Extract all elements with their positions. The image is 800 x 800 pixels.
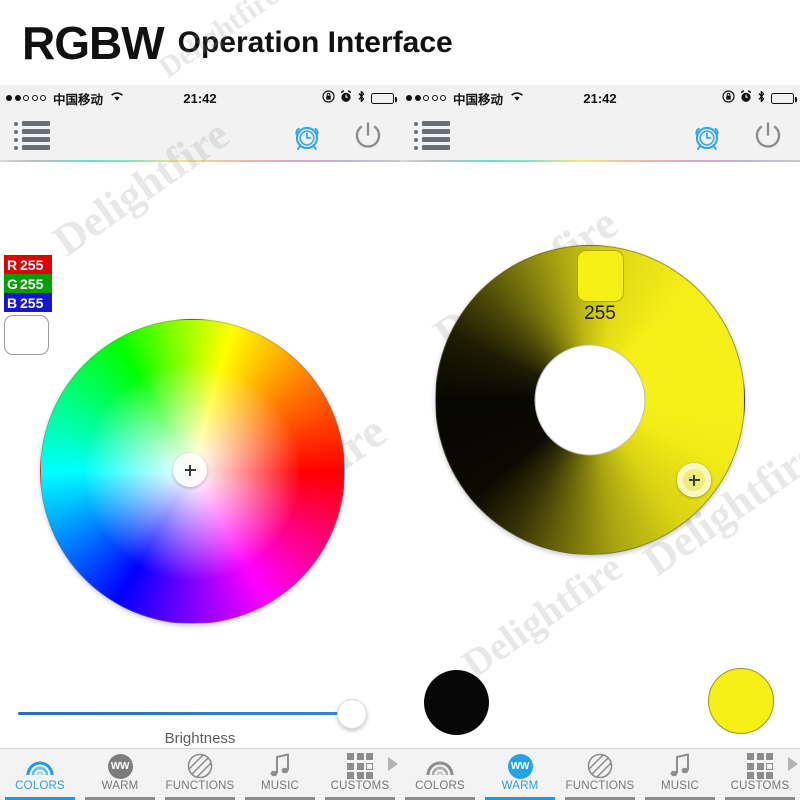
tab-label: MUSIC — [260, 780, 300, 792]
bluetooth-icon — [357, 90, 366, 106]
page-title-banner: RGBW Operation Interface — [0, 0, 800, 85]
preview-circle-on[interactable] — [708, 668, 774, 734]
ww-circle-icon: WW — [507, 753, 533, 779]
brightness-ring-hole — [534, 344, 646, 456]
colors-panel: 中国移动 21:42 Delightfire R 255 G 255 B 255… — [0, 85, 400, 800]
white-preview-swatch — [576, 250, 624, 302]
tab-customs[interactable]: CUSTOMS — [720, 749, 800, 800]
alarm-icon — [740, 90, 752, 106]
alarm-icon — [340, 90, 352, 106]
brightness-slider-track[interactable] — [18, 712, 345, 715]
preview-circle-off[interactable] — [424, 670, 489, 735]
power-icon[interactable] — [750, 118, 786, 154]
rgb-row-b: B 255 — [4, 293, 52, 312]
tab-colors[interactable]: COLORS — [0, 749, 80, 800]
app-toolbar — [400, 111, 800, 160]
bottom-tab-bar: COLORS WW WARM FUNCTIONS MUSIC CUSTOMS — [400, 748, 800, 800]
tab-label: CUSTOMS — [730, 780, 790, 792]
page-title-sub: Operation Interface — [177, 25, 453, 59]
rgb-channel-label: G — [7, 275, 18, 292]
brightness-slider-label: Brightness — [164, 730, 236, 747]
rgb-row-g: G 255 — [4, 274, 52, 293]
status-bar: 中国移动 21:42 — [0, 85, 400, 111]
rainbow-icon — [25, 753, 55, 779]
tab-label: COLORS — [415, 780, 465, 792]
warm-white-panel: 中国移动 21:42 Delightfire Delightfire 255 C… — [400, 85, 800, 800]
list-menu-icon[interactable] — [14, 121, 50, 150]
grid-icon — [347, 753, 373, 779]
rgb-row-r: R 255 — [4, 255, 52, 274]
rgb-channel-value: 255 — [20, 275, 44, 292]
tab-label: MUSIC — [660, 780, 700, 792]
status-bar-right — [322, 90, 397, 106]
color-wheel-handle[interactable] — [173, 453, 207, 487]
rainbow-icon — [425, 753, 455, 779]
bluetooth-icon — [757, 90, 766, 106]
tab-music[interactable]: MUSIC — [240, 749, 320, 800]
tab-label: COLORS — [15, 780, 65, 792]
music-note-icon — [668, 753, 692, 779]
status-bar: 中国移动 21:42 — [400, 85, 800, 111]
app-toolbar — [0, 111, 400, 160]
tab-functions[interactable]: FUNCTIONS — [160, 749, 240, 800]
battery-icon — [371, 92, 397, 104]
screenshot-root: RGBW Operation Interface Delightfire 中国移… — [0, 0, 800, 800]
brightness-slider-knob[interactable] — [337, 699, 367, 729]
alarm-clock-icon[interactable] — [690, 119, 724, 153]
rotation-lock-icon — [722, 90, 735, 106]
grid-icon — [747, 753, 773, 779]
brightness-ring-handle[interactable] — [677, 463, 711, 497]
tab-warm[interactable]: WW WARM — [80, 749, 160, 800]
power-icon[interactable] — [350, 118, 386, 154]
tab-colors[interactable]: COLORS — [400, 749, 480, 800]
watermark: Delightfire — [453, 544, 630, 687]
tab-label: WARM — [101, 780, 139, 792]
rotation-lock-icon — [322, 90, 335, 106]
tab-next-arrow-icon[interactable] — [788, 757, 798, 771]
rgb-channel-value: 255 — [20, 256, 44, 273]
warm-white-content: Delightfire Delightfire Delightfire 255 — [400, 162, 800, 748]
tab-warm[interactable]: WW WARM — [480, 749, 560, 800]
tab-functions[interactable]: FUNCTIONS — [560, 749, 640, 800]
ww-circle-icon: WW — [107, 753, 133, 779]
rgb-channel-value: 255 — [20, 294, 44, 311]
panel-container: 中国移动 21:42 Delightfire R 255 G 255 B 255… — [0, 85, 800, 800]
white-value-display: 255 — [400, 250, 800, 325]
tab-label: FUNCTIONS — [565, 780, 635, 792]
tab-customs[interactable]: CUSTOMS — [320, 749, 400, 800]
brightness-slider-group: Brightness — [0, 699, 400, 747]
rgb-channel-label: B — [7, 294, 18, 311]
color-preview-swatch — [4, 315, 49, 355]
status-bar-right — [722, 90, 797, 106]
list-menu-icon[interactable] — [414, 121, 450, 150]
hatched-circle-icon — [587, 753, 613, 779]
battery-icon — [771, 92, 797, 104]
white-value-label: 255 — [584, 303, 616, 324]
hatched-circle-icon — [187, 753, 213, 779]
tab-label: CUSTOMS — [330, 780, 390, 792]
alarm-clock-icon[interactable] — [290, 119, 324, 153]
colors-content: Delightfire Delightfire R 255 G 255 — [0, 109, 400, 800]
music-note-icon — [268, 753, 292, 779]
brightness-slider[interactable] — [0, 699, 400, 729]
tab-next-arrow-icon[interactable] — [388, 757, 398, 771]
page-title-main: RGBW — [22, 16, 165, 69]
tab-label: WARM — [501, 780, 539, 792]
rgb-channel-label: R — [7, 256, 18, 273]
tab-label: FUNCTIONS — [165, 780, 235, 792]
tab-music[interactable]: MUSIC — [640, 749, 720, 800]
rgb-readout: R 255 G 255 B 255 — [4, 255, 52, 355]
bottom-tab-bar: COLORS WW WARM FUNCTIONS MUSIC CUSTOMS — [0, 748, 400, 800]
